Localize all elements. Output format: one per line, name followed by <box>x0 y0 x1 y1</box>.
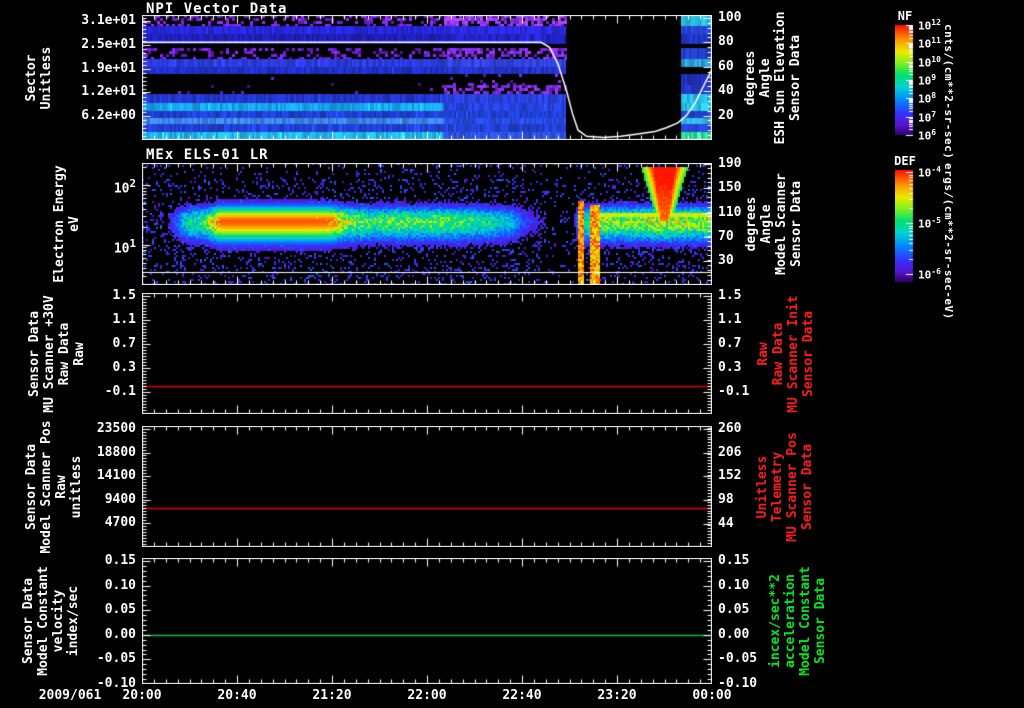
colorbar-tick-label: 1012 <box>918 18 941 33</box>
colorbar-tick-label: 1011 <box>918 36 941 51</box>
model-constant-velocity-plot-canvas <box>142 558 712 684</box>
colorbar-tick-label: 106 <box>918 128 937 143</box>
x-tick-label: 22:00 <box>407 688 447 703</box>
y-tick-label-right: -0.10 <box>718 676 758 691</box>
panel5-y-axis-label: Sensor Data Model Constant velocity inde… <box>21 566 81 676</box>
y-tick-label-left: -0.10 <box>96 676 136 691</box>
science-plot-screen: NPI Vector Data MEx ELS-01 LR NF DEF cnt… <box>0 0 1024 708</box>
y-tick-label-right: 190 <box>718 156 742 172</box>
x-tick-label: 23:20 <box>597 688 637 703</box>
colorbar-tick-label: 10-5 <box>918 216 941 231</box>
model-scanner-pos-plot-canvas <box>142 426 712 547</box>
y-tick-label-left: 1.2e+01 <box>81 84 136 100</box>
x-tick-label: 20:40 <box>217 688 257 703</box>
y-tick-label-left: 6.2e+00 <box>81 108 136 124</box>
x-tick-label: 21:20 <box>312 688 352 703</box>
nf-colorbar-units: cnts/(cm**2-sr-sec) <box>942 24 955 160</box>
y-tick-label-left: 1.9e+01 <box>81 60 136 76</box>
panel2-title: MEx ELS-01 LR <box>146 147 269 163</box>
colorbar-tick-label: 1010 <box>918 54 941 70</box>
colorbar-tick-label: 108 <box>918 91 937 106</box>
panel4-right-axis-label: Unitless Telemetry MU Scanner Pos Sensor… <box>755 431 815 542</box>
def-colorbar <box>895 168 919 284</box>
panel4-y-axis-label: Sensor Data Model Scanner Pos Raw unitle… <box>24 419 84 554</box>
x-tick-label: 22:40 <box>502 688 542 703</box>
y-tick-label-left: 3.1e+01 <box>81 13 136 29</box>
panel2-y-axis-label: Electron Energy eV <box>52 165 82 283</box>
els-spectrogram-canvas <box>142 163 712 285</box>
colorbar-tick-label: 107 <box>918 109 937 125</box>
panel5-right-axis-label: incex/sec**2 acceleration Model Constant… <box>768 566 828 676</box>
panel1-right-axis-label: degrees Angle ESH Sun Elevation Sensor D… <box>743 10 803 145</box>
panel1-y-axis-label: Sector Unitless <box>24 46 54 109</box>
panel3-y-axis-label: Sensor Data MU Scanner +30V Raw Data Raw <box>27 294 87 413</box>
colorbar-tick-label: 109 <box>918 73 937 88</box>
mu-scanner-30v-plot-canvas <box>142 293 712 414</box>
panel2-right-axis-label: degrees Angle Model Scanner Sensor Data <box>744 173 804 275</box>
def-colorbar-units: ergs/(cm**2-sr-sec-eV) <box>942 163 955 320</box>
npi-spectrogram-canvas <box>142 15 712 140</box>
y-tick-label-left: 2.5e+01 <box>81 36 136 52</box>
colorbar-tick-label: 10-4 <box>918 165 941 180</box>
panel3-right-axis-label: Raw Raw Data MU Scanner Init Sensor Data <box>756 294 816 413</box>
colorbar-tick-label: 10-6 <box>918 267 941 282</box>
nf-colorbar <box>895 23 919 137</box>
